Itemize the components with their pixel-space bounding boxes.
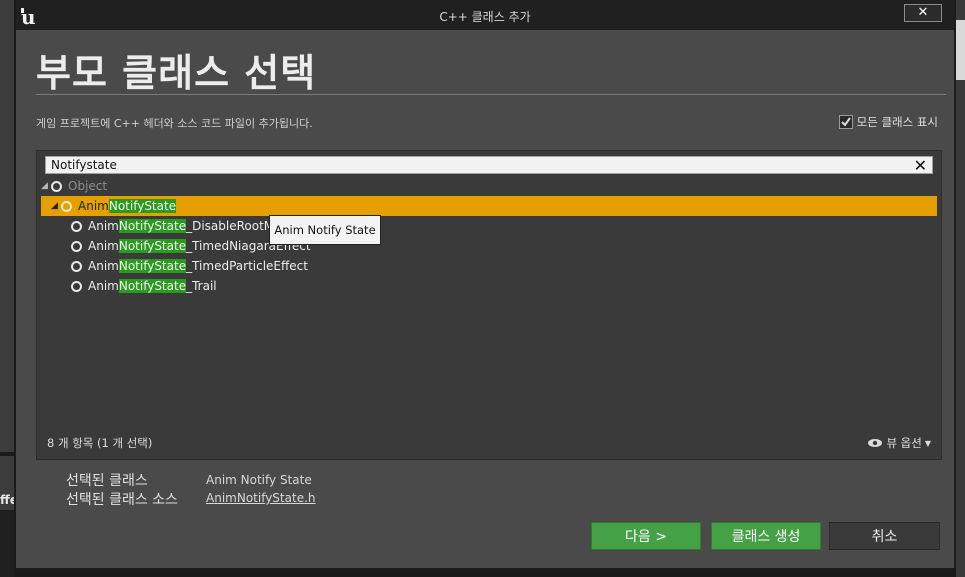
background-editor-right: [956, 0, 965, 577]
search-match-highlight: NotifyState: [118, 239, 187, 253]
title-bar[interactable]: u C++ 클래스 추가 ✕: [16, 0, 954, 30]
tree-item-prefix: Anim: [88, 279, 119, 293]
close-button[interactable]: ✕: [904, 4, 942, 22]
search-value: Notifystate: [51, 158, 117, 172]
tree-item-suffix: _Trail: [186, 279, 217, 293]
search-match-highlight: NotifyState: [108, 199, 177, 213]
background-editor-dark: [0, 510, 14, 577]
clear-search-icon[interactable]: ✕: [914, 156, 927, 175]
add-cpp-class-dialog: u C++ 클래스 추가 ✕ 부모 클래스 선택 게임 프로젝트에 C++ 헤더…: [14, 0, 956, 570]
tree-item-prefix: Anim: [88, 259, 119, 273]
create-class-button[interactable]: 클래스 생성: [711, 522, 821, 550]
expand-arrow-icon[interactable]: ◢: [41, 181, 51, 191]
expand-arrow-icon[interactable]: ◢: [51, 201, 61, 211]
tree-item-prefix: Anim: [78, 199, 109, 213]
background-editor-bottom: [14, 570, 956, 577]
class-icon: [71, 220, 82, 232]
class-tooltip: Anim Notify State: [269, 215, 381, 245]
selected-class-value: Anim Notify State: [206, 473, 312, 487]
background-strip: [0, 452, 14, 456]
tree-item-child[interactable]: Anim NotifyState _TimedParticleEffect: [71, 256, 308, 276]
class-icon: [51, 180, 62, 192]
search-match-highlight: NotifyState: [118, 219, 187, 233]
window-title: C++ 클래스 추가: [439, 10, 531, 24]
page-title: 부모 클래스 선택: [36, 51, 317, 95]
show-all-classes-toggle[interactable]: 모든 클래스 표시: [838, 114, 938, 130]
tree-item-label: Object: [68, 179, 108, 193]
search-match-highlight: NotifyState: [118, 259, 187, 273]
class-icon: [71, 240, 82, 252]
tree-item-suffix: _TimedParticleEffect: [186, 259, 308, 273]
eye-icon: [868, 439, 883, 447]
tree-item-animnotifystate[interactable]: ◢ Anim NotifyState: [41, 196, 937, 216]
selected-class-source-link[interactable]: AnimNotifyState.h: [206, 491, 316, 505]
tree-item-prefix: Anim: [88, 239, 119, 253]
item-count: 8 개 항목 (1 개 선택): [47, 436, 153, 450]
tree-item-prefix: Anim: [88, 219, 119, 233]
next-button[interactable]: 다음 >: [591, 522, 701, 550]
tree-item-child[interactable]: Anim NotifyState _Trail: [71, 276, 217, 296]
class-search-input[interactable]: Notifystate ✕: [45, 156, 933, 175]
class-icon: [71, 260, 82, 272]
show-all-classes-label: 모든 클래스 표시: [856, 115, 938, 129]
cancel-button[interactable]: 취소: [829, 522, 940, 550]
tree-item-object[interactable]: ◢ Object: [41, 176, 107, 196]
show-all-classes-checkbox[interactable]: [838, 115, 853, 129]
background-editor-left: [0, 0, 14, 577]
class-icon: [71, 280, 82, 292]
checkmark-icon: [840, 117, 851, 127]
selected-class-source-label: 선택된 클래스 소스: [66, 492, 178, 508]
background-editor-right-light: [956, 20, 965, 80]
tree-item-child[interactable]: Anim NotifyState _DisableRootMo: [71, 216, 282, 236]
page-description: 게임 프로젝트에 C++ 헤더와 소스 코드 파일이 추가됩니다.: [36, 117, 313, 130]
search-match-highlight: NotifyState: [118, 279, 187, 293]
heading-divider: [36, 94, 946, 95]
class-icon: [61, 200, 72, 212]
class-picker-panel: Notifystate ✕ ◢ Object ◢ Anim NotifyState…: [36, 150, 942, 460]
selected-class-label: 선택된 클래스: [66, 473, 148, 489]
view-options-label: 뷰 옵션: [886, 436, 922, 450]
view-options-button[interactable]: 뷰 옵션 ▼: [867, 435, 931, 451]
tree-item-suffix: _DisableRootMo: [186, 219, 282, 233]
chevron-down-icon: ▼: [924, 438, 931, 448]
